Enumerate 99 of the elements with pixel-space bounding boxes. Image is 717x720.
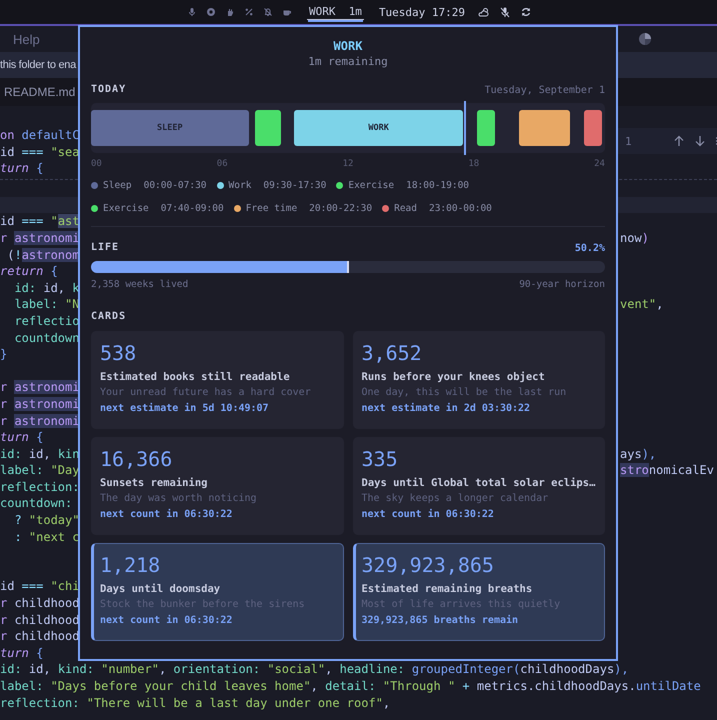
code-line: return { [0,263,58,280]
hour-tick-label: 18 [468,158,480,171]
code-line: r childhood [0,628,80,645]
arrow-up-icon[interactable] [672,135,685,147]
legend-time-range: 00:00-07:30 [144,180,207,191]
legend-time-range: 20:00-22:30 [309,203,372,214]
code-line: reflectio [13,312,80,330]
weeks-lived-label: 2,358 weeks lived [91,279,188,290]
card-value: 16,366 [100,446,172,472]
horizon-label: 90-year horizon [519,279,605,290]
card-title: Days until Global total solar eclips… [362,476,596,491]
legend-time-range: 07:40-09:00 [160,203,224,214]
code-line: label: "Days before your child leaves home", detail: "Through " + metrics.childhoodDays.untilDate [0,678,701,695]
card-detail: Your unread future has a hard cover [100,386,311,400]
popover-title: WORK [334,39,362,53]
life-percentage: 50.2% [574,242,605,254]
code-line: countdown: [0,495,72,512]
legend-time-range: 18:00-19:00 [406,180,470,191]
match-count: 1 [625,134,632,148]
code-line: r astronomi [0,412,80,430]
menu-item[interactable]: Help [13,32,40,46]
code-line: countdown [13,330,80,346]
section-heading: CARDS [91,311,126,323]
code-line: id === "chi [0,578,80,596]
legend-time-range: 09:30-17:30 [263,180,326,191]
card-title: Sunsets remaining [100,476,208,491]
code-line: ays), [620,446,658,462]
legend-label: Free time [246,203,298,214]
code-line: now) [620,230,650,247]
microphone-icon[interactable] [186,7,197,17]
code-line: stronomicalEv [620,462,715,479]
legend-label: Sleep [103,180,132,191]
card-value: 329,923,865 [362,552,494,578]
code-line: on defaultC [0,127,80,144]
card-detail: The sky keeps a longer calendar [362,492,548,506]
code-line: turn { [0,644,44,662]
clock: Tuesday 17:29 [378,6,466,18]
card-detail: One day, this will be the last run [362,386,566,400]
refresh-icon[interactable] [520,6,532,18]
code-line: r astronomi [0,396,80,412]
code-line: reflection: "There will be a last day under one roof", [0,694,390,712]
microphone-off-icon[interactable] [499,6,512,18]
notification-text: this folder to ena [0,59,76,71]
stat-card[interactable]: 538 Estimated books still readable Your unread future has a hard cover next estimate in 5d 10:49:07 [91,331,344,429]
legend-label: Work [228,180,252,191]
stat-card[interactable]: 3,652 Runs before your knees object One day, this will be the last run next estimate in 2d 03:30:22 [352,331,605,429]
card-footer: next count in 06:30:22 [100,507,232,523]
card-title: Runs before your knees object [362,370,545,385]
card-footer: next estimate in 5d 10:49:07 [100,401,269,417]
code-line: label: "Day [0,462,80,479]
code-line: turn { [0,160,44,177]
bell-off-icon[interactable] [262,7,273,17]
stat-card[interactable]: 16,366 Sunsets remaining The day was worth noticing next count in 06:30:22 [91,437,344,535]
legend-label: Exercise [103,203,149,214]
popover-subtitle: 1m remaining [308,54,388,70]
code-line: turn { [0,429,44,446]
editor-tab[interactable]: README.md [4,85,76,99]
code-line: r astronomi [0,230,80,247]
code-line: } [0,346,8,363]
cloud-sun-icon[interactable] [478,6,490,18]
card-detail: The day was worth noticing [100,492,257,506]
hour-tick-label: 00 [91,158,102,171]
section-heading: TODAY [91,84,126,96]
code-line: r childhood [0,595,80,612]
pie-chart-icon[interactable] [638,32,652,46]
record-icon[interactable] [206,7,216,17]
card-title: Days until doomsday [100,582,220,597]
card-footer: next count in 06:30:22 [362,507,494,523]
code-line: r astronomi [0,379,80,396]
hour-tick-label: 06 [216,158,228,171]
legend-label: Exercise [348,180,394,191]
card-footer: next count in 06:30:22 [100,613,232,629]
card-footer: 329,923,865 breaths remain [362,613,518,629]
legend-label: Read [394,203,417,214]
code-line: ? "today" [13,512,80,529]
code-line: vent", [620,296,664,313]
arrow-down-icon[interactable] [694,135,706,147]
work-status-button[interactable]: WORK 1m [306,4,364,20]
code-line: id === "sea [0,144,80,160]
legend-time-range: 23:00-00:00 [428,203,492,214]
date-label: Tuesday, September 1 [484,84,605,96]
block-label: WORK [368,123,389,133]
card-footer: next estimate in 2d 03:30:22 [362,401,530,417]
stat-card[interactable]: 335 Days until Global total solar eclips… The sky keeps a longer calendar next count in 06:30:22 [352,437,605,535]
block-label: SLEEP [157,123,183,133]
code-line: id: id, kind: "number", orientation: "social", headline: groupedInteger(childhoodDays), [0,661,629,678]
card-value: 1,218 [100,552,160,578]
percent-icon[interactable] [244,7,254,17]
code-line: r childhood [0,612,80,628]
hour-tick-label: 12 [342,158,354,171]
hour-tick-label: 24 [594,158,605,171]
section-heading: LIFE [91,242,120,254]
code-line: reflection: [0,478,80,496]
card-value: 538 [100,340,136,366]
card-title: Estimated books still readable [100,370,290,385]
card-value: 335 [362,446,398,472]
card-title: Estimated remaining breaths [362,582,532,597]
card-value: 3,652 [362,340,422,366]
code-line: id === "ast [0,213,80,230]
